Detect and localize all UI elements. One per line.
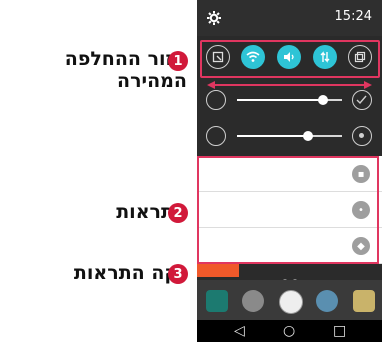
- browser-app-icon[interactable]: [316, 290, 338, 312]
- callout-quick-settings-line2: המהירה: [117, 70, 187, 92]
- gear-icon[interactable]: [352, 126, 372, 146]
- phone-icon: [206, 126, 226, 146]
- check-icon[interactable]: [352, 90, 372, 110]
- home-icon[interactable]: ○: [283, 323, 295, 339]
- status-bar: 15:24: [197, 0, 382, 36]
- brightness-icon: [206, 90, 226, 110]
- data-icon[interactable]: [313, 45, 337, 69]
- phone-screen: 15:24 ▪ • ◆ ◁ ○ □: [197, 0, 382, 342]
- brightness-fill: [237, 99, 324, 101]
- navigation-bar: ◁ ○ □: [197, 320, 382, 342]
- notifications-highlight: [197, 156, 379, 264]
- gear-icon[interactable]: [206, 10, 222, 26]
- phone-app-icon[interactable]: [206, 290, 228, 312]
- back-icon[interactable]: ◁: [234, 323, 245, 339]
- brightness-thumb[interactable]: [318, 95, 329, 105]
- brightness-slider-row: [197, 86, 382, 122]
- clear-notifications-button[interactable]: [197, 264, 239, 277]
- apps-drawer-icon[interactable]: [279, 290, 303, 314]
- status-time: 15:24: [334, 9, 372, 24]
- copy-icon[interactable]: [348, 45, 372, 69]
- wifi-icon[interactable]: [241, 45, 265, 69]
- callout-badge-2: 2: [168, 203, 188, 223]
- callout-badge-1: 1: [168, 51, 188, 71]
- messages-app-icon[interactable]: [353, 290, 375, 312]
- contacts-app-icon[interactable]: [242, 290, 264, 312]
- volume-fill: [237, 135, 309, 137]
- recents-icon[interactable]: □: [333, 323, 346, 339]
- callout-badge-3: 3: [168, 264, 188, 284]
- volume-thumb[interactable]: [303, 131, 314, 141]
- sound-icon[interactable]: [277, 45, 301, 69]
- screenshot-icon[interactable]: [206, 45, 230, 69]
- volume-slider-row: [197, 120, 382, 156]
